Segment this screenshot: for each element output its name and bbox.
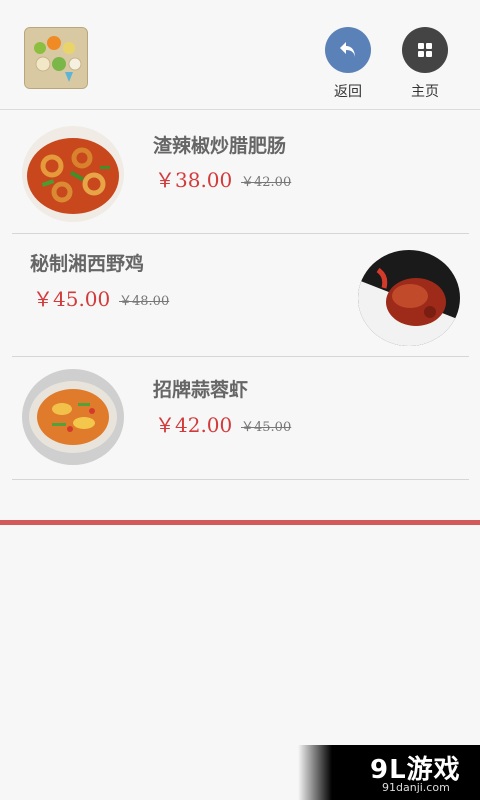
watermark: 9L游戏 91danji.com [298,745,480,800]
back-button[interactable]: 返回 [318,27,378,101]
dish-name: 渣辣椒炒腊肥肠 [153,135,287,157]
dish-old-price: ￥48.00 [119,294,170,309]
dish-price: ￥42.00 [155,413,233,437]
home-button[interactable]: 主页 [395,27,455,101]
app-logo [24,27,88,89]
dish-name: 招牌蒜蓉虾 [153,379,249,401]
dish-item[interactable]: 招牌蒜蓉虾 ￥42.00 ￥45.00 [12,357,469,480]
home-label: 主页 [411,84,439,100]
dish-name: 秘制湘西野鸡 [30,253,145,275]
dish-photo-pheasant [358,250,460,346]
dish-item[interactable]: 秘制湘西野鸡 ￥45.00 ￥48.00 [12,234,469,357]
dish-photo-sausage [22,126,124,222]
dish-item[interactable]: 渣辣椒炒腊肥肠 ￥38.00 ￥42.00 [12,111,469,234]
top-bar: 返回 主页 [0,0,480,110]
dish-old-price: ￥42.00 [241,175,292,190]
dish-old-price: ￥45.00 [241,420,292,435]
grid-icon [402,27,448,73]
watermark-domain: 91danji.com [382,781,450,794]
undo-arrow-icon [325,27,371,73]
dish-price: ￥45.00 [33,287,111,311]
back-label: 返回 [334,84,362,100]
dish-price: ￥38.00 [155,168,233,192]
dish-photo-shrimp [22,369,124,465]
accent-divider [0,520,480,525]
